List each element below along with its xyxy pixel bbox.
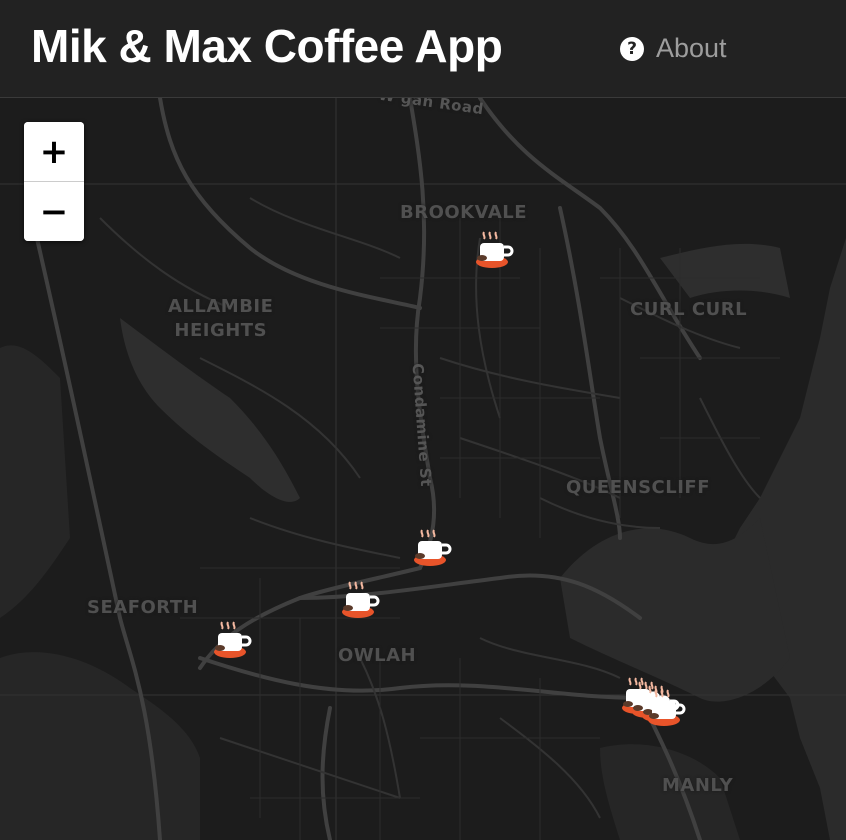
place-label-brookvale: BROOKVALE (400, 202, 528, 223)
place-label-seaforth: SEAFORTH (87, 597, 199, 618)
coffee-marker[interactable] (210, 620, 252, 660)
zoom-in-button[interactable]: + (24, 122, 84, 182)
place-label-curl-curl: CURL CURL (630, 299, 748, 320)
map-view[interactable]: W gan Road Condamine St BROOKVALE ALLAMB… (0, 98, 846, 840)
coffee-cup-icon (414, 529, 452, 566)
zoom-control: + − (24, 122, 84, 241)
place-label-queenscliff: QUEENSCLIFF (566, 477, 711, 498)
coffee-marker[interactable] (644, 688, 686, 728)
coffee-cup-icon (214, 621, 252, 658)
coffee-cup-icon (648, 689, 686, 726)
place-label-balgowlah: OWLAH (338, 645, 417, 666)
coffee-marker[interactable] (338, 580, 380, 620)
place-label-allambie-heights: ALLAMBIE HEIGHTS (168, 296, 274, 341)
question-circle-icon: ? (620, 36, 644, 61)
app-header: Mik & Max Coffee App ? About (0, 0, 846, 98)
coffee-marker[interactable] (410, 528, 452, 568)
coffee-marker[interactable] (472, 230, 514, 270)
about-link[interactable]: ? About (620, 33, 727, 64)
coffee-cup-icon (476, 231, 514, 268)
about-label: About (656, 33, 727, 63)
zoom-out-button[interactable]: − (24, 182, 84, 241)
app-title: Mik & Max Coffee App (31, 20, 503, 72)
coffee-cup-icon (342, 581, 380, 618)
place-label-manly: MANLY (662, 775, 734, 796)
